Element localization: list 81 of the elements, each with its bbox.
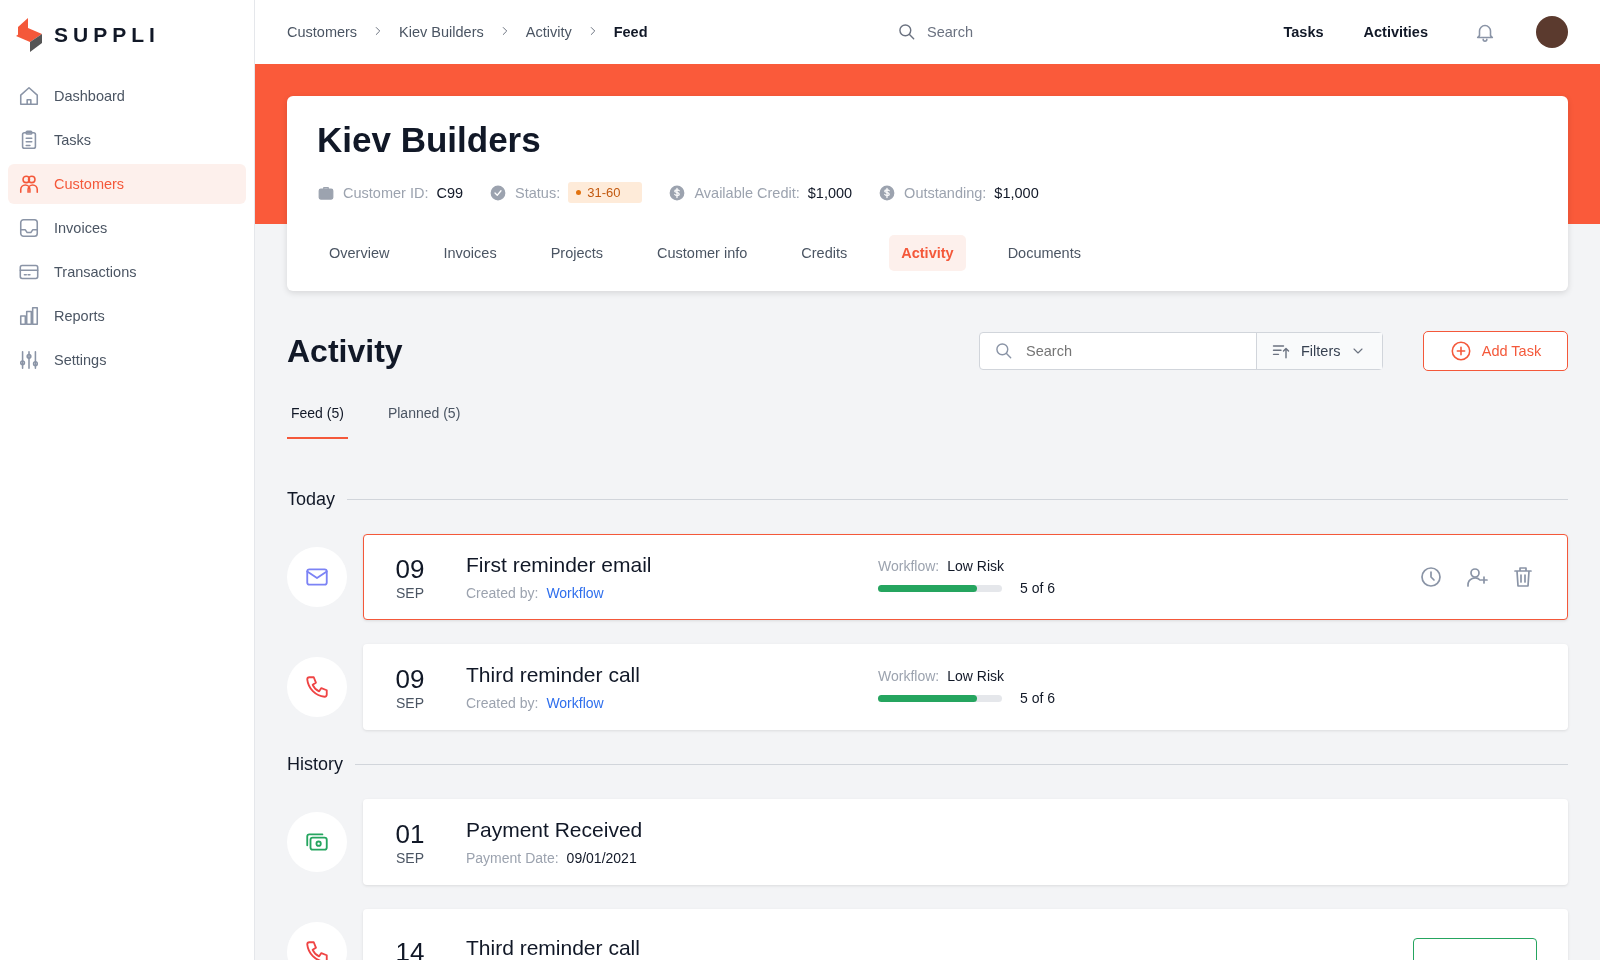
feed-tab[interactable]: Feed (5) [287, 395, 348, 439]
brand-name: SUPPLI [54, 23, 160, 47]
date-day: 01 [395, 818, 425, 850]
breadcrumb-link[interactable]: Activity [525, 24, 572, 40]
logo-icon [16, 18, 42, 52]
fact-value: $1,000 [994, 184, 1039, 201]
meta-label: Created by: [466, 695, 539, 711]
activity-card[interactable]: 09 SEP First reminder email Created by: Workflow Workflow: Low Risk 5 of 6 [363, 534, 1568, 620]
creator-link[interactable]: Workflow [546, 585, 604, 601]
meta-label: Payment Date: [466, 850, 559, 866]
tab[interactable]: Projects [538, 235, 616, 271]
workflow-label: Workflow: [878, 558, 940, 574]
activity-title: Third reminder call [466, 663, 641, 687]
sidebar-item[interactable]: Reports [8, 296, 246, 336]
fact-value: $1,000 [807, 184, 853, 201]
tab[interactable]: Documents [995, 235, 1093, 271]
date-day: 14 [395, 936, 425, 960]
tab[interactable]: Overview [317, 235, 402, 271]
filters-button[interactable]: Filters [1256, 333, 1382, 369]
section-heading: Today [287, 489, 336, 510]
progress-text: 5 of 6 [1020, 580, 1056, 596]
phone-icon [304, 674, 330, 700]
home-icon [18, 85, 40, 107]
search-field[interactable]: Search [927, 24, 973, 40]
fact-label: Outstanding: [904, 184, 987, 201]
activity-card[interactable]: 09 SEP Third reminder call Created by: Workflow Workflow: Low Risk 5 of 6 [363, 644, 1568, 730]
activity-title: Third reminder call [466, 936, 641, 960]
phone-icon [304, 939, 330, 960]
date-month: SEP [396, 849, 424, 866]
top-nav-link[interactable]: Tasks [1283, 24, 1324, 40]
feed-tab[interactable]: Planned (5) [383, 395, 465, 439]
users-icon [18, 173, 40, 195]
section-title: Activity [287, 332, 404, 370]
workflow-value: Low Risk [947, 558, 1004, 574]
user-plus-icon [1465, 565, 1489, 589]
check-badge-icon [489, 183, 508, 202]
breadcrumb-link[interactable]: Customers [287, 24, 358, 40]
activity-title: First reminder email [466, 553, 653, 577]
sidebar-item[interactable]: Settings [8, 340, 246, 380]
sidebar-item[interactable]: Invoices [8, 208, 246, 248]
date-day: 09 [395, 553, 425, 585]
top-nav-link[interactable]: Activities [1363, 24, 1428, 40]
clock-icon [1419, 565, 1443, 589]
tab[interactable]: Invoices [431, 235, 509, 271]
customer-name: Kiev Builders [317, 120, 542, 160]
section-heading: History [287, 754, 343, 775]
sidebar-item[interactable]: Tasks [8, 120, 246, 160]
tab[interactable]: Customer info [645, 235, 760, 271]
search-icon [994, 341, 1014, 361]
sidebar-item[interactable]: Transactions [8, 252, 246, 292]
dollar-icon [668, 183, 687, 202]
fact-label: Available Credit: [694, 184, 800, 201]
date-month: SEP [396, 584, 424, 601]
search-icon [897, 22, 917, 42]
activity-card[interactable]: 14 Third reminder call [363, 909, 1568, 960]
fact-label: Customer ID: [343, 184, 429, 201]
plus-circle-icon [1449, 340, 1472, 362]
workflow-value: Low Risk [947, 668, 1004, 684]
fact-value: C99 [436, 184, 464, 201]
creator-link[interactable]: Workflow [546, 695, 604, 711]
meta-value: 09/01/2021 [566, 850, 637, 866]
activity-card[interactable]: 01 SEP Payment Received Payment Date: 09/01/2021 [363, 799, 1568, 885]
tab[interactable]: Credits [789, 235, 860, 271]
bar-chart-icon [18, 305, 40, 327]
date-day: 09 [395, 663, 425, 695]
workflow-label: Workflow: [878, 668, 940, 684]
sidebar-item[interactable]: Dashboard [8, 76, 246, 116]
sliders-icon [18, 349, 40, 371]
date-month: SEP [396, 694, 424, 711]
progress-text: 5 of 6 [1020, 690, 1056, 706]
fact-label: Status: [515, 184, 561, 201]
activity-title: Payment Received [466, 818, 644, 842]
breadcrumb-link[interactable]: Kiev Builders [399, 24, 484, 40]
breadcrumb-link[interactable]: Feed [613, 24, 648, 40]
inbox-icon [18, 217, 40, 239]
meta-label: Created by: [466, 585, 539, 601]
search-input[interactable]: Search [1024, 342, 1228, 360]
avatar[interactable] [1536, 16, 1568, 48]
trash-icon [1511, 565, 1535, 589]
status-badge: 31-60 [568, 182, 643, 203]
dollar-icon [878, 183, 897, 202]
